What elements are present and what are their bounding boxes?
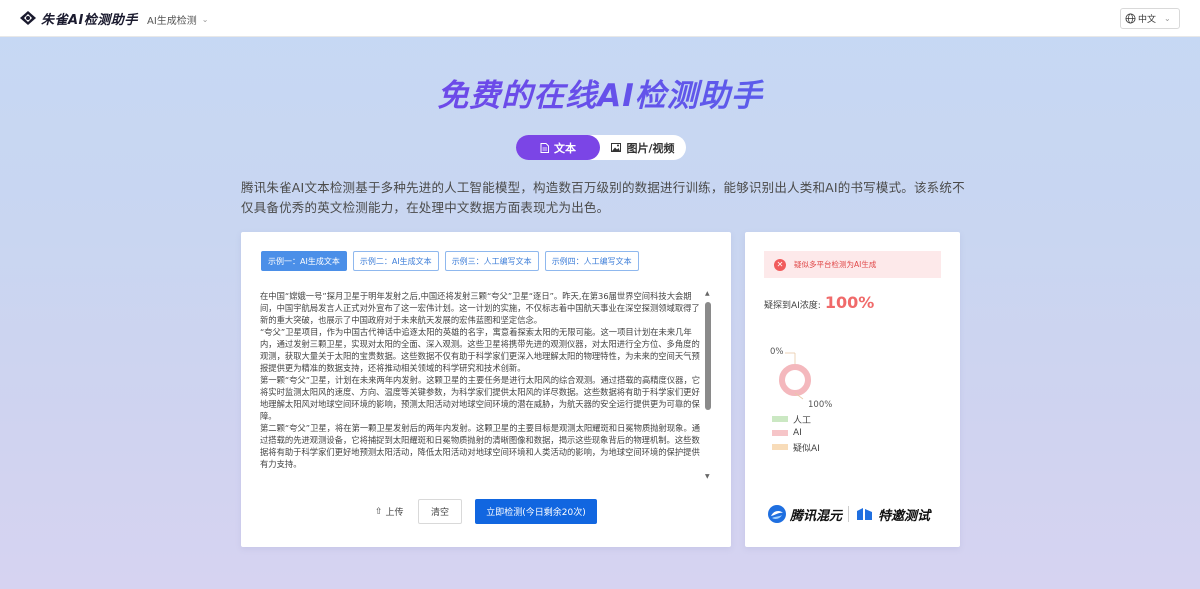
logo-text: 朱雀AI检测助手 <box>41 12 138 28</box>
legend-item-suspected-ai: 疑似AI <box>772 440 820 454</box>
clear-button[interactable]: 清空 <box>418 499 462 524</box>
ai-level-label: 疑探到AI浓度: <box>764 301 821 311</box>
page-title: 免费的在线AI检测助手 <box>0 70 1200 115</box>
text-scrollbar[interactable]: ▲ ▼ <box>705 290 711 480</box>
legend-item-ai: AI <box>772 426 820 440</box>
brand-divider <box>848 506 850 522</box>
hunyuan-icon <box>768 505 786 523</box>
ai-level: 疑探到AI浓度: 100% <box>764 293 874 312</box>
logo-icon <box>20 11 36 25</box>
globe-icon <box>1125 13 1136 24</box>
legend-label: AI <box>793 428 802 438</box>
tab-text[interactable]: 文本 <box>516 135 600 160</box>
partner-logos: 腾讯混元 特邀测试 <box>767 504 930 524</box>
tab-image-video[interactable]: 图片/视频 <box>600 135 686 160</box>
chevron-down-icon: ⌄ <box>1164 14 1171 23</box>
special-test-icon <box>857 508 873 520</box>
result-card: ✕ 疑似多平台检测为AI生成 疑探到AI浓度: 100% 0% 100% 人工 … <box>745 232 960 547</box>
upload-icon: ⇧ <box>375 506 383 517</box>
editor-card: 示例一：AI生成文本 示例二：AI生成文本 示例三：人工编写文本 示例四：人工编… <box>241 232 731 547</box>
text-paragraph: “夸父”卫星项目，作为中国古代神话中追逐太阳的英雄的名字，寓意着探索太阳的无限可… <box>260 327 700 373</box>
legend-item-human: 人工 <box>772 412 820 426</box>
text-paragraph: 第一颗“夸父”卫星，计划在未来两年内发射。这颗卫星的主要任务是进行太阳风的综合观… <box>260 375 701 421</box>
scroll-up-arrow-icon[interactable]: ▲ <box>705 290 710 297</box>
hunyuan-logo: 腾讯混元 <box>767 504 842 524</box>
chevron-down-icon: ⌄ <box>201 15 209 24</box>
detect-button[interactable]: 立即检测(今日剩余20次) <box>475 499 597 524</box>
special-test-text: 特邀测试 <box>878 508 931 524</box>
ai-level-value: 100% <box>824 293 875 312</box>
special-test-logo: 特邀测试 <box>855 505 930 524</box>
text-paragraph: 在中国“嫦娥一号”探月卫星于明年发射之后,中国还将发射三颗“夸父”卫星“逐日”。… <box>260 291 700 325</box>
alert-text: 疑似多平台检测为AI生成 <box>794 260 877 269</box>
donut-ai-segment <box>779 364 811 396</box>
tab-text-label: 文本 <box>554 141 576 155</box>
upload-label: 上传 <box>385 508 404 518</box>
scroll-down-arrow-icon[interactable]: ▼ <box>705 473 710 480</box>
close-circle-icon: ✕ <box>774 258 786 271</box>
example-1-button[interactable]: 示例一：AI生成文本 <box>261 251 347 271</box>
app-logo[interactable]: 朱雀AI检测助手 <box>18 8 138 28</box>
nav-ai-detect-label: AI生成检测 <box>147 16 197 27</box>
donut-legend: 人工 AI 疑似AI <box>772 412 820 454</box>
top-navbar: 朱雀AI检测助手 AI生成检测 ⌄ 中文 ⌄ <box>0 0 1200 37</box>
example-buttons: 示例一：AI生成文本 示例二：AI生成文本 示例三：人工编写文本 示例四：人工编… <box>261 251 639 271</box>
legend-swatch <box>772 416 788 422</box>
legend-swatch <box>772 430 788 436</box>
text-paragraph: 第二颗“夸父”卫星，将在第一颗卫星发射后的两年内发射。这颗卫星的主要目标是观测太… <box>260 423 701 469</box>
document-icon <box>540 142 549 153</box>
image-icon <box>611 143 622 152</box>
donut-label-full: 100% <box>808 400 833 410</box>
legend-label: 人工 <box>793 415 812 426</box>
editor-actions: ⇧ 上传 清空 立即检测(今日剩余20次) <box>241 499 731 524</box>
ai-donut-chart <box>779 352 811 400</box>
nav-ai-detect-dropdown[interactable]: AI生成检测 ⌄ <box>147 12 209 27</box>
tab-image-video-label: 图片/视频 <box>626 141 675 155</box>
language-select[interactable]: 中文 ⌄ <box>1120 8 1180 29</box>
scrollbar-thumb[interactable] <box>705 302 711 410</box>
example-4-button[interactable]: 示例四：人工编写文本 <box>544 251 639 271</box>
example-3-button[interactable]: 示例三：人工编写文本 <box>444 251 539 271</box>
mode-tabs: 文本 图片/视频 <box>516 135 686 160</box>
upload-button[interactable]: ⇧ 上传 <box>375 499 404 524</box>
hunyuan-text: 腾讯混元 <box>790 508 843 524</box>
language-label: 中文 <box>1138 15 1157 25</box>
example-2-button[interactable]: 示例二：AI生成文本 <box>352 251 439 271</box>
intro-text: 腾讯朱雀AI文本检测基于多种先进的人工智能模型，构造数百万级别的数据进行训练，能… <box>241 180 965 215</box>
result-alert: ✕ 疑似多平台检测为AI生成 <box>764 251 941 278</box>
legend-label: 疑似AI <box>793 443 820 454</box>
text-input-area[interactable]: 在中国“嫦娥一号”探月卫星于明年发射之后,中国还将发射三颗“夸父”卫星“逐日”。… <box>260 290 705 480</box>
legend-swatch <box>772 444 788 450</box>
